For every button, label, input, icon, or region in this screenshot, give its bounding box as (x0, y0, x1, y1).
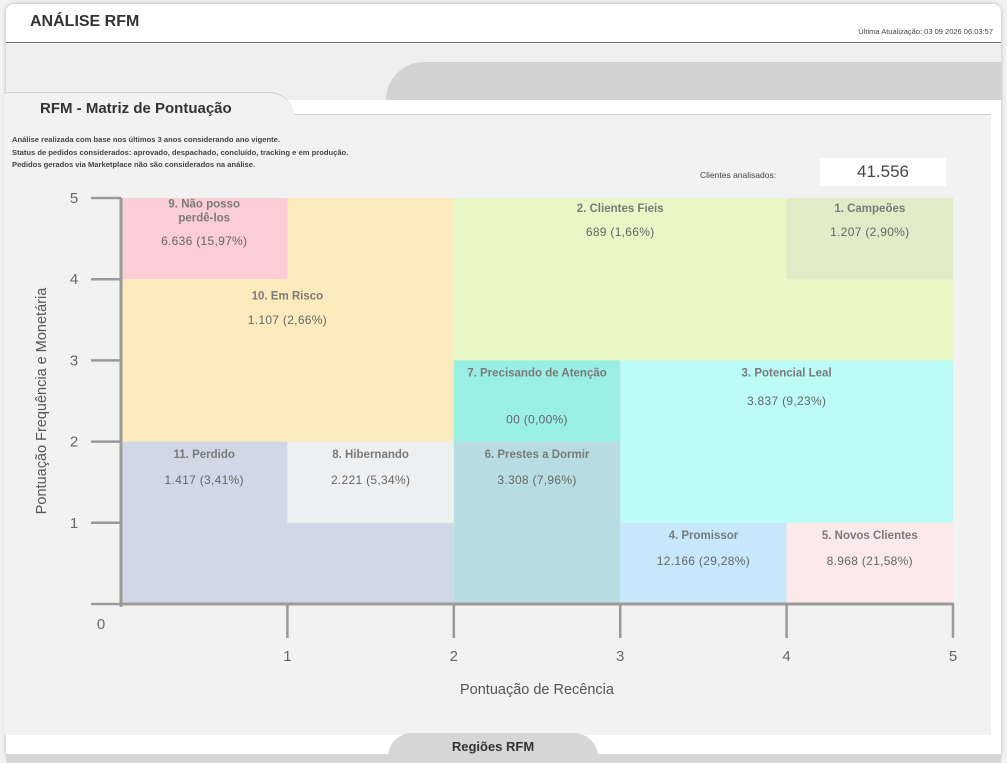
tab-regioes-rfm[interactable]: Regiões RFM (388, 733, 598, 763)
segment-cell (121, 279, 454, 442)
segment-value: 1.417 (3,41%) (165, 473, 244, 487)
segment-value: 1.107 (2,66%) (248, 313, 327, 327)
x-tick-label: 5 (949, 648, 957, 665)
segment-title: 10. Em Risco (252, 291, 324, 303)
segment-cell (287, 198, 454, 280)
segment-title: 7. Precisando de Atenção (467, 368, 607, 380)
segment-title: 11. Perdido (174, 449, 235, 461)
segment-title: 2. Clientes Fieis (577, 203, 664, 215)
segment-title: 6. Prestes a Dormir (485, 449, 590, 461)
segment-title: 4. Promissor (669, 530, 739, 542)
segment-title: 1. Campeões (834, 203, 905, 215)
x-tick-label: 1 (283, 648, 291, 665)
x-tick-label: 2 (450, 648, 458, 665)
segment-title: 3. Potencial Leal (742, 368, 832, 380)
segment-title: 5. Novos Clientes (822, 530, 918, 542)
y-tick-label: 4 (70, 271, 78, 288)
segment-value: 6.636 (15,97%) (161, 234, 247, 248)
y-tick-label: 5 (70, 190, 78, 207)
segment-value: 3.308 (7,96%) (497, 473, 576, 487)
segment-value: 3.837 (9,23%) (747, 394, 826, 408)
y-axis-label: Pontuação Frequência e Monetária (34, 287, 50, 514)
segment-title: 8. Hibernando (332, 449, 409, 461)
x-tick-label: 4 (782, 648, 790, 665)
y-tick-label: 1 (70, 515, 78, 532)
segment-value: 12.166 (29,28%) (657, 554, 750, 568)
segment-cell (287, 522, 454, 604)
x-axis-label: Pontuação de Recência (460, 682, 615, 698)
rfm-matrix-chart: 9. Não posso perdê-los6.636 (15,97%)10. E… (34, 190, 957, 698)
segment-value: 00 (0,00%) (506, 413, 568, 427)
segment-value: 1.207 (2,90%) (830, 225, 909, 239)
segment-value: 689 (1,66%) (586, 225, 655, 239)
origin-label: 0 (97, 616, 105, 633)
segment-cell (453, 441, 621, 604)
x-tick-label: 3 (616, 648, 624, 665)
segment-cell (620, 360, 953, 523)
y-tick-label: 2 (70, 434, 78, 451)
y-tick-label: 3 (70, 352, 78, 369)
segment-cell (121, 441, 288, 604)
segment-value: 2.221 (5,34%) (331, 473, 410, 487)
segment-value: 8.968 (21,58%) (827, 554, 913, 568)
